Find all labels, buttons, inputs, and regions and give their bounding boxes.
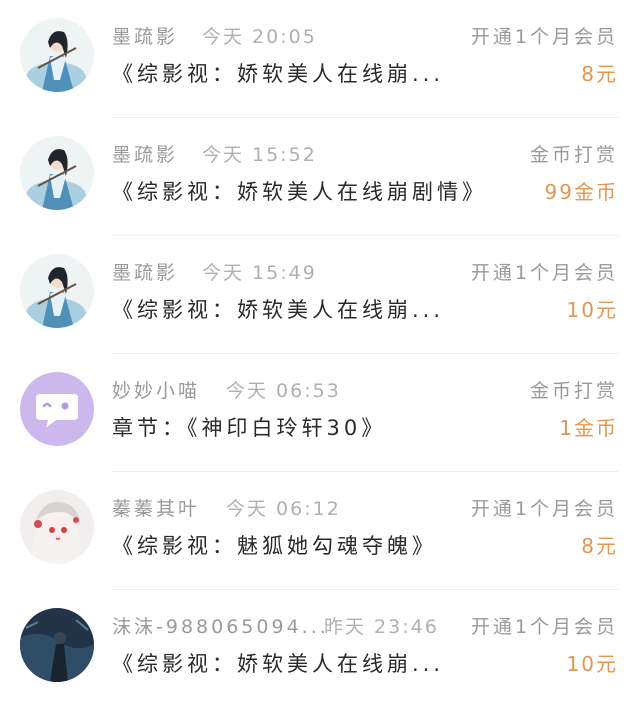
work-title[interactable]: 《综影视：娇软美人在线崩... <box>112 648 444 678</box>
list-item[interactable]: 蓁蓁其叶 今天 06:12 开通1个月会员 《综影视：魅狐她勾魂夺魄》 8元 <box>0 472 640 590</box>
action-label: 开通1个月会员 <box>470 262 618 284</box>
timestamp: 昨天 23:46 <box>324 616 439 638</box>
action-label: 金币打赏 <box>529 380 618 402</box>
timestamp: 今天 15:49 <box>202 262 317 284</box>
dark-scene-avatar-icon <box>20 608 94 682</box>
amount-label: 10元 <box>566 298 618 322</box>
timestamp: 今天 15:52 <box>202 144 317 166</box>
user-name[interactable]: 墨疏影 <box>112 140 178 167</box>
action-label: 开通1个月会员 <box>470 616 618 638</box>
avatar[interactable] <box>20 254 94 328</box>
amount-label: 1金币 <box>559 416 618 440</box>
chat-bubble-avatar-icon <box>20 372 94 446</box>
user-name[interactable]: 墨疏影 <box>112 258 178 285</box>
action-label: 开通1个月会员 <box>470 26 618 48</box>
work-title[interactable]: 《综影视：魅狐她勾魂夺魄》 <box>112 530 437 560</box>
list-item[interactable]: 墨疏影 今天 15:49 开通1个月会员 《综影视：娇软美人在线崩... 10元 <box>0 236 640 354</box>
avatar[interactable] <box>20 136 94 210</box>
avatar[interactable] <box>20 608 94 682</box>
avatar[interactable] <box>20 18 94 92</box>
reward-record-list: 墨疏影 今天 20:05 开通1个月会员 《综影视：娇软美人在线崩... 8元 … <box>0 0 640 701</box>
list-item[interactable]: 墨疏影 今天 20:05 开通1个月会员 《综影视：娇软美人在线崩... 8元 <box>0 0 640 118</box>
user-name[interactable]: 蓁蓁其叶 <box>112 494 200 521</box>
work-title[interactable]: 《综影视：娇软美人在线崩剧情》 <box>112 176 487 206</box>
action-label: 金币打赏 <box>529 144 618 166</box>
timestamp: 今天 06:53 <box>226 380 341 402</box>
list-item[interactable]: 墨疏影 今天 15:52 金币打赏 《综影视：娇软美人在线崩剧情》 99金币 <box>0 118 640 236</box>
ink-swordsman-avatar-icon <box>20 136 94 210</box>
work-title[interactable]: 章节：《神印白玲轩30》 <box>112 412 386 442</box>
amount-label: 8元 <box>581 62 618 86</box>
work-title[interactable]: 《综影视：娇软美人在线崩... <box>112 294 444 324</box>
avatar[interactable] <box>20 372 94 446</box>
work-title[interactable]: 《综影视：娇软美人在线崩... <box>112 58 444 88</box>
amount-label: 99金币 <box>544 180 618 204</box>
amount-label: 10元 <box>566 652 618 676</box>
amount-label: 8元 <box>581 534 618 558</box>
user-name[interactable]: 妙妙小喵 <box>112 376 200 403</box>
list-item[interactable]: 沫沫-988065094... 昨天 23:46 开通1个月会员 《综影视：娇软… <box>0 590 640 708</box>
user-name[interactable]: 墨疏影 <box>112 22 178 49</box>
ink-swordsman-avatar-icon <box>20 254 94 328</box>
list-item[interactable]: 妙妙小喵 今天 06:53 金币打赏 章节：《神印白玲轩30》 1金币 <box>0 354 640 472</box>
fox-girl-avatar-icon <box>20 490 94 564</box>
user-name[interactable]: 沫沫-988065094... <box>112 612 329 639</box>
action-label: 开通1个月会员 <box>470 498 618 520</box>
ink-swordsman-avatar-icon <box>20 18 94 92</box>
avatar[interactable] <box>20 490 94 564</box>
timestamp: 今天 06:12 <box>226 498 341 520</box>
timestamp: 今天 20:05 <box>202 26 317 48</box>
